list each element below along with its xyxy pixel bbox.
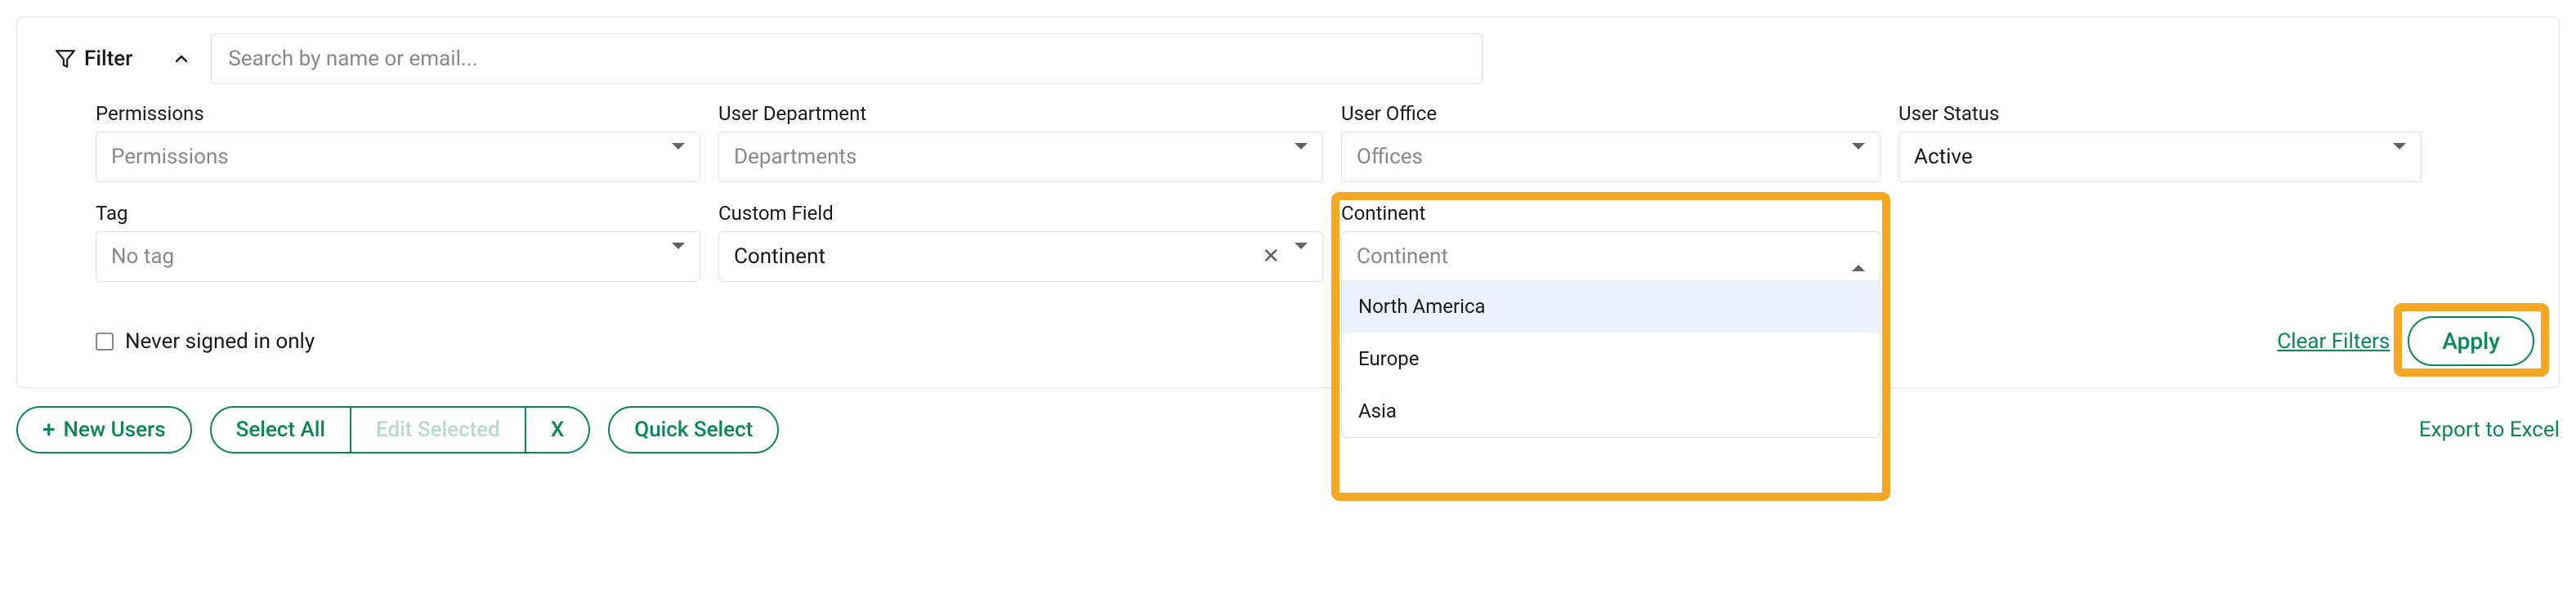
tag-label: Tag (96, 202, 700, 225)
filter-icon (55, 48, 76, 69)
tag-select[interactable]: No tag (96, 231, 700, 282)
continent-option[interactable]: Europe (1342, 333, 1880, 385)
custom-field-label: Custom Field (718, 202, 1323, 225)
office-placeholder: Offices (1357, 145, 1423, 169)
select-group: Select All Edit Selected X (210, 406, 591, 453)
filter-toggle-label: Filter (84, 47, 132, 71)
permissions-label: Permissions (96, 102, 700, 125)
department-placeholder: Departments (734, 145, 856, 169)
office-label: User Office (1341, 102, 1881, 125)
clear-selection-button[interactable]: X (526, 406, 590, 453)
office-select[interactable]: Offices (1341, 132, 1881, 182)
status-spacer (1898, 202, 2422, 282)
filter-toggle[interactable]: Filter (50, 38, 196, 79)
office-field: User Office Offices (1341, 102, 1881, 182)
status-value: Active (1914, 145, 1973, 169)
plus-icon: + (42, 418, 56, 441)
chevron-down-icon (672, 249, 685, 265)
new-users-label: New Users (64, 418, 166, 442)
toolbar-left: + New Users Select All Edit Selected X Q… (16, 406, 779, 453)
filter-panel-header: Filter Search by name or email... (50, 34, 2526, 84)
continent-option[interactable]: North America (1342, 280, 1880, 333)
custom-field-field: Custom Field Continent ✕ (718, 202, 1323, 282)
never-signed-in-row[interactable]: Never signed in only (96, 329, 315, 354)
clear-icon[interactable]: ✕ (1262, 246, 1280, 267)
status-field: User Status Active (1898, 102, 2422, 182)
chevron-down-icon (672, 150, 685, 165)
custom-field-select[interactable]: Continent ✕ (718, 231, 1323, 282)
apply-button[interactable]: Apply (2408, 316, 2534, 366)
never-signed-in-label: Never signed in only (125, 329, 315, 354)
permissions-placeholder: Permissions (111, 145, 229, 169)
continent-label: Continent (1341, 202, 1881, 225)
chevron-down-icon (1295, 150, 1308, 165)
quick-select-button[interactable]: Quick Select (608, 406, 779, 453)
custom-field-value: Continent (734, 244, 825, 269)
search-placeholder: Search by name or email... (228, 47, 477, 71)
filter-footer: Never signed in only Clear Filters Apply (96, 316, 2526, 366)
status-select[interactable]: Active (1898, 132, 2422, 182)
continent-field: Continent Continent North America Europe… (1341, 202, 1881, 282)
tag-field: Tag No tag (96, 202, 700, 282)
search-input[interactable]: Search by name or email... (211, 34, 1483, 84)
select-all-button[interactable]: Select All (210, 406, 351, 453)
chevron-up-icon (1852, 249, 1865, 265)
chevron-down-icon (2393, 150, 2406, 165)
edit-selected-button: Edit Selected (351, 406, 526, 453)
filter-actions: Clear Filters Apply (2277, 316, 2534, 366)
chevron-down-icon (1852, 150, 1865, 165)
department-select[interactable]: Departments (718, 132, 1323, 182)
status-label: User Status (1898, 102, 2422, 125)
clear-filters-link[interactable]: Clear Filters (2277, 329, 2390, 354)
toolbar: + New Users Select All Edit Selected X Q… (16, 406, 2560, 453)
department-label: User Department (718, 102, 1323, 125)
continent-option[interactable]: Asia (1342, 385, 1880, 437)
new-users-button[interactable]: + New Users (16, 406, 192, 453)
department-field: User Department Departments (718, 102, 1323, 182)
continent-placeholder: Continent (1357, 244, 1448, 269)
checkbox-icon[interactable] (96, 333, 114, 351)
filters-grid: Permissions Permissions User Department … (96, 102, 2526, 282)
filter-panel: Filter Search by name or email... Permis… (16, 16, 2560, 388)
permissions-select[interactable]: Permissions (96, 132, 700, 182)
tag-placeholder: No tag (111, 244, 174, 269)
chevron-up-icon (172, 49, 191, 69)
chevron-down-icon (1295, 249, 1308, 265)
export-excel-link[interactable]: Export to Excel (2419, 418, 2560, 442)
continent-select[interactable]: Continent (1341, 231, 1881, 282)
continent-dropdown: North America Europe Asia (1341, 280, 1881, 438)
permissions-field: Permissions Permissions (96, 102, 700, 182)
